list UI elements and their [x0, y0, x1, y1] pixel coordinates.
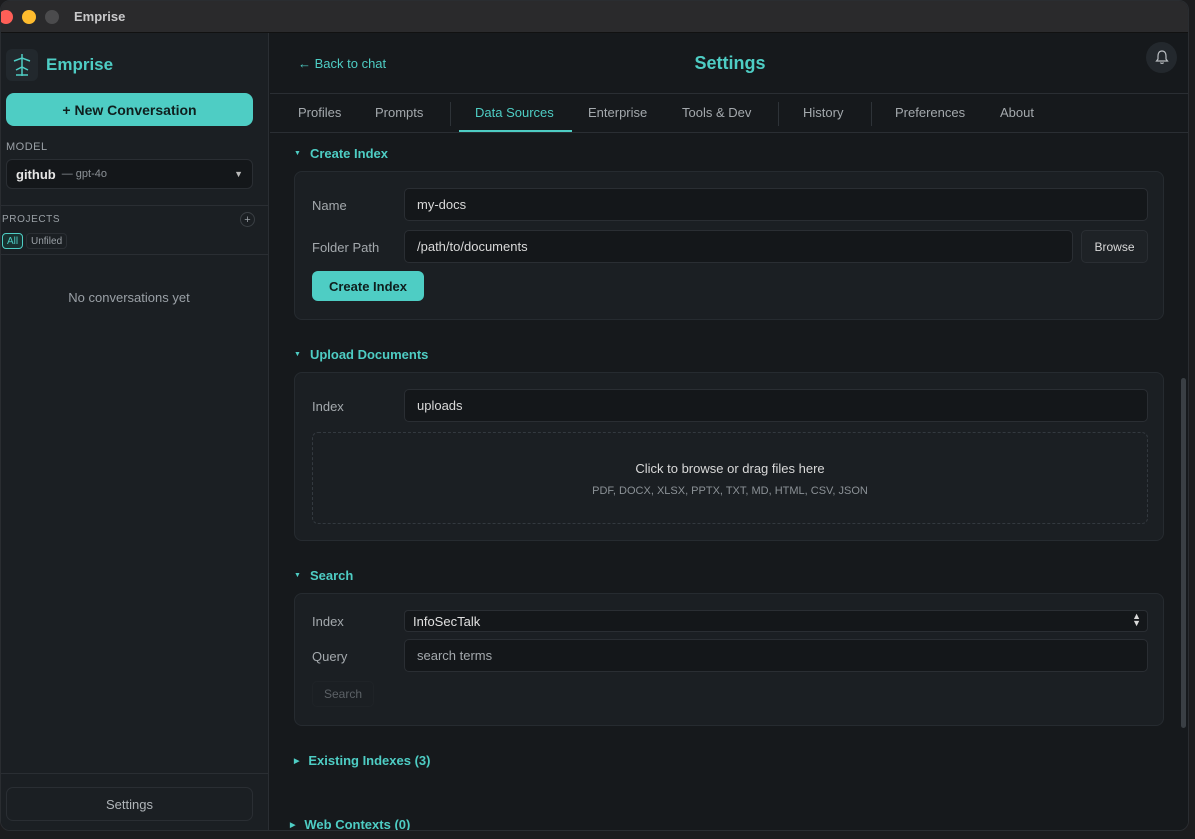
search-index-selected: InfoSecTalk [413, 613, 481, 629]
zoom-window-button[interactable] [45, 10, 59, 24]
upload-documents-panel: Index uploads Click to browse or drag fi… [294, 372, 1164, 541]
tab-separator [450, 102, 451, 126]
projects-label: PROJECTS [2, 214, 61, 225]
tab-about[interactable]: About [1000, 105, 1034, 120]
notifications-button[interactable] [1146, 42, 1177, 73]
collapse-arrow-icon: ▼ [294, 572, 301, 579]
model-label: MODEL [6, 141, 48, 153]
query-input[interactable]: search terms [404, 639, 1148, 672]
sidebar-divider [1, 254, 269, 255]
search-button[interactable]: Search [312, 681, 374, 707]
model-select[interactable]: github — gpt-4o ▼ [6, 159, 253, 189]
add-project-button[interactable]: + [240, 212, 255, 227]
brand-logo-icon [6, 49, 38, 81]
model-provider: github [16, 166, 56, 182]
expand-arrow-icon: ▶ [290, 821, 296, 829]
upload-documents-heading: Upload Documents [309, 347, 429, 362]
settings-main: ← Back to chat Settings Profiles Prompts… [270, 33, 1188, 830]
name-label: Name [312, 198, 347, 213]
tab-prompts[interactable]: Prompts [375, 105, 423, 120]
folder-path-input[interactable]: /path/to/documents [404, 230, 1073, 263]
folder-path-label: Folder Path [312, 240, 380, 255]
sidebar-divider [1, 205, 269, 206]
data-sources-content: ▼ Create Index Name my-docs Folder Path … [270, 134, 1188, 830]
create-index-heading: Create Index [309, 146, 388, 161]
create-index-panel: Name my-docs Folder Path /path/to/docume… [294, 171, 1164, 320]
tab-enterprise[interactable]: Enterprise [588, 105, 647, 120]
dropzone-text: Click to browse or drag files here [635, 461, 825, 476]
create-index-header[interactable]: ▼ Create Index [294, 146, 388, 161]
filter-all[interactable]: All [2, 233, 24, 249]
content-scrollbar[interactable] [1181, 378, 1186, 728]
bell-icon [1154, 50, 1169, 64]
browse-button[interactable]: Browse [1081, 230, 1148, 263]
upload-documents-header[interactable]: ▼ Upload Documents [294, 347, 428, 362]
tab-profiles[interactable]: Profiles [298, 105, 341, 120]
settings-button[interactable]: Settings [6, 787, 253, 821]
new-conversation-button[interactable]: + New Conversation [6, 93, 253, 126]
tab-data-sources[interactable]: Data Sources [475, 105, 554, 120]
minimize-window-button[interactable] [22, 10, 36, 24]
search-header[interactable]: ▼ Search [294, 568, 353, 583]
tab-separator [871, 102, 872, 126]
tab-history[interactable]: History [803, 105, 843, 120]
brand-name: Emprise [46, 55, 114, 74]
settings-tabs: Profiles Prompts Data Sources Enterprise… [270, 93, 1188, 133]
window-title: Emprise [74, 9, 126, 24]
search-index-select[interactable]: InfoSecTalk ▲ ▼ [404, 610, 1148, 632]
upload-index-input[interactable]: uploads [404, 389, 1148, 422]
sidebar-divider [1, 773, 269, 774]
tab-separator [778, 102, 779, 126]
create-index-button[interactable]: Create Index [312, 271, 424, 301]
select-updown-icon: ▲ ▼ [1132, 611, 1141, 628]
search-panel: Index InfoSecTalk ▲ ▼ Query search terms … [294, 593, 1164, 726]
empty-conversations-text: No conversations yet [68, 290, 190, 305]
tab-preferences[interactable]: Preferences [895, 105, 965, 120]
web-contexts-heading: Web Contexts (0) [304, 817, 411, 830]
title-bar: Emprise [1, 1, 1188, 33]
expand-arrow-icon: ▶ [294, 757, 300, 765]
file-dropzone[interactable]: Click to browse or drag files here PDF, … [312, 432, 1148, 524]
close-window-button[interactable] [1, 10, 13, 24]
existing-indexes-header[interactable]: ▶ Existing Indexes (3) [294, 753, 430, 768]
existing-indexes-heading: Existing Indexes (3) [308, 753, 431, 768]
active-tab-indicator [459, 130, 572, 132]
web-contexts-header[interactable]: ▶ Web Contexts (0) [290, 817, 410, 830]
collapse-arrow-icon: ▼ [294, 150, 301, 157]
dropzone-file-types: PDF, DOCX, XLSX, PPTX, TXT, MD, HTML, CS… [592, 485, 868, 497]
app-window: Emprise Emprise + New Conversation MODEL… [0, 0, 1189, 831]
tab-tools-dev[interactable]: Tools & Dev [682, 105, 751, 120]
index-name-input[interactable]: my-docs [404, 188, 1148, 221]
chevron-down-icon: ▼ [234, 169, 243, 179]
model-name: — gpt-4o [61, 168, 107, 180]
sidebar: Emprise + New Conversation MODEL github … [1, 33, 269, 830]
filter-unfiled[interactable]: Unfiled [26, 233, 68, 249]
search-index-label: Index [312, 614, 344, 629]
page-title: Settings [694, 53, 766, 73]
upload-index-label: Index [312, 399, 344, 414]
collapse-arrow-icon: ▼ [294, 351, 301, 358]
brand: Emprise [6, 49, 113, 81]
query-label: Query [312, 649, 348, 664]
search-heading: Search [309, 568, 354, 583]
